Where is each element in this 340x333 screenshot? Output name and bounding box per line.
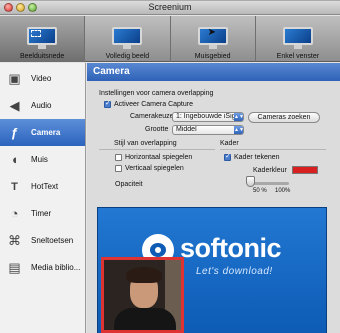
sidebar-item-camera[interactable]: ƒ Camera (0, 119, 85, 146)
flip-vertical-checkbox[interactable] (115, 165, 122, 172)
sidebar-item-label: HotText (31, 182, 59, 191)
main-pane: Camera Instellingen voor camera overlapp… (87, 63, 340, 333)
opacity-slider-knob[interactable] (246, 176, 255, 187)
opacity-slider-track[interactable] (251, 182, 289, 185)
sidebar-item-hottext[interactable]: T HotText (0, 173, 85, 200)
sidebar-item-label: Muis (31, 155, 48, 164)
opacity-max-label: 100% (275, 188, 291, 194)
sidebar-item-media-library[interactable]: ▤ Media biblio... (0, 254, 85, 281)
speaker-icon: ◀ (9, 97, 20, 113)
divider (99, 149, 215, 150)
flip-horizontal-checkbox[interactable] (115, 154, 122, 161)
size-value: Middel (176, 126, 197, 133)
toolbar-label: Beelduitsnede (19, 53, 65, 60)
toolbar-button-muisgebied[interactable]: ➤ Muisgebied (171, 16, 256, 62)
toolbar-label: Volledig beeld (105, 53, 150, 60)
size-label: Grootte (145, 126, 169, 133)
page-title: Camera (87, 63, 340, 81)
sidebar-item-label: Video (31, 74, 52, 83)
camera-icon: ƒ (10, 125, 19, 140)
app-window: Screenium Beelduitsnede Volledig beeld ➤… (0, 0, 340, 333)
enable-capture-label: Activeer Camera Capture (114, 101, 193, 108)
sidebar-item-label: Camera (31, 128, 61, 137)
toolbar-label: Enkel venster (276, 53, 320, 60)
sidebar-item-label: Sneltoetsen (31, 236, 74, 245)
text-icon: T (11, 180, 18, 193)
sidebar-item-label: Audio (31, 101, 52, 110)
monitor-mouse-icon: ➤ (196, 26, 230, 50)
toolbar-label: Muisgebied (194, 53, 231, 60)
toolbar-button-volledig-beeld[interactable]: Volledig beeld (85, 16, 171, 62)
camera-overlay[interactable] (101, 257, 184, 333)
toolbar-button-enkel-venster[interactable]: Enkel venster (256, 16, 340, 62)
opacity-min-label: 50 % (253, 188, 267, 194)
sidebar-item-audio[interactable]: ◀ Audio (0, 92, 85, 119)
frame-color-label: Kaderkleur (253, 167, 287, 174)
monitor-crop-icon (25, 26, 59, 50)
size-select[interactable]: Middel ▲▼ (172, 125, 244, 135)
capture-mode-toolbar: Beelduitsnede Volledig beeld ➤ Muisgebie… (0, 16, 340, 62)
popup-arrows-icon: ▲▼ (234, 126, 244, 134)
search-cameras-button[interactable]: Cameras zoeken (248, 112, 320, 123)
stopwatch-icon: ◔ (10, 206, 19, 221)
section-heading-frame: Kader (220, 140, 239, 147)
film-icon: ▣ (8, 70, 21, 86)
flip-vertical-label: Verticaal spiegelen (125, 165, 184, 172)
monitor-window-icon (281, 26, 315, 50)
camera-choice-value: 1: Ingebouwde iSight (176, 113, 242, 120)
popup-arrows-icon: ▲▼ (234, 113, 244, 121)
preview-brand-text: softonic (180, 233, 282, 263)
sidebar-item-timer[interactable]: ◔ Timer (0, 200, 85, 227)
camera-choice-label: Camerakeuze (130, 113, 174, 120)
media-library-icon: ▤ (8, 259, 21, 275)
frame-color-well[interactable] (292, 166, 318, 174)
camera-choice-select[interactable]: 1: Ingebouwde iSight ▲▼ (172, 112, 244, 122)
sidebar-item-label: Media biblio... (31, 263, 81, 272)
draw-frame-label: Kader tekenen (234, 154, 280, 161)
mouse-icon: ◖ (10, 152, 19, 167)
section-heading-overlay: Instellingen voor camera overlapping (99, 90, 214, 97)
monitor-full-icon (110, 26, 144, 50)
divider (220, 149, 326, 150)
draw-frame-checkbox[interactable] (224, 152, 231, 161)
sidebar-item-label: Timer (31, 209, 52, 218)
opacity-label: Opaciteit (115, 181, 143, 188)
preview-slogan-text: Let's download! (196, 266, 273, 277)
window-title: Screenium (148, 2, 192, 12)
sidebar: ▣ Video ◀ Audio ƒ Camera ◖ Muis T HotTex… (0, 63, 86, 333)
toolbar-button-beelduitsnede[interactable]: Beelduitsnede (0, 16, 86, 62)
enable-capture-checkbox[interactable] (104, 99, 111, 108)
flip-horizontal-label: Horizontaal spiegelen (125, 154, 193, 161)
sidebar-item-video[interactable]: ▣ Video (0, 65, 85, 92)
title-bar: Screenium (0, 1, 340, 15)
sidebar-item-sneltoetsen[interactable]: ⌘ Sneltoetsen (0, 227, 85, 254)
sidebar-item-muis[interactable]: ◖ Muis (0, 146, 85, 173)
capture-preview: softonic Let's download! (97, 207, 327, 333)
command-key-icon: ⌘ (8, 232, 21, 248)
section-heading-style: Stijl van overlapping (114, 140, 177, 147)
